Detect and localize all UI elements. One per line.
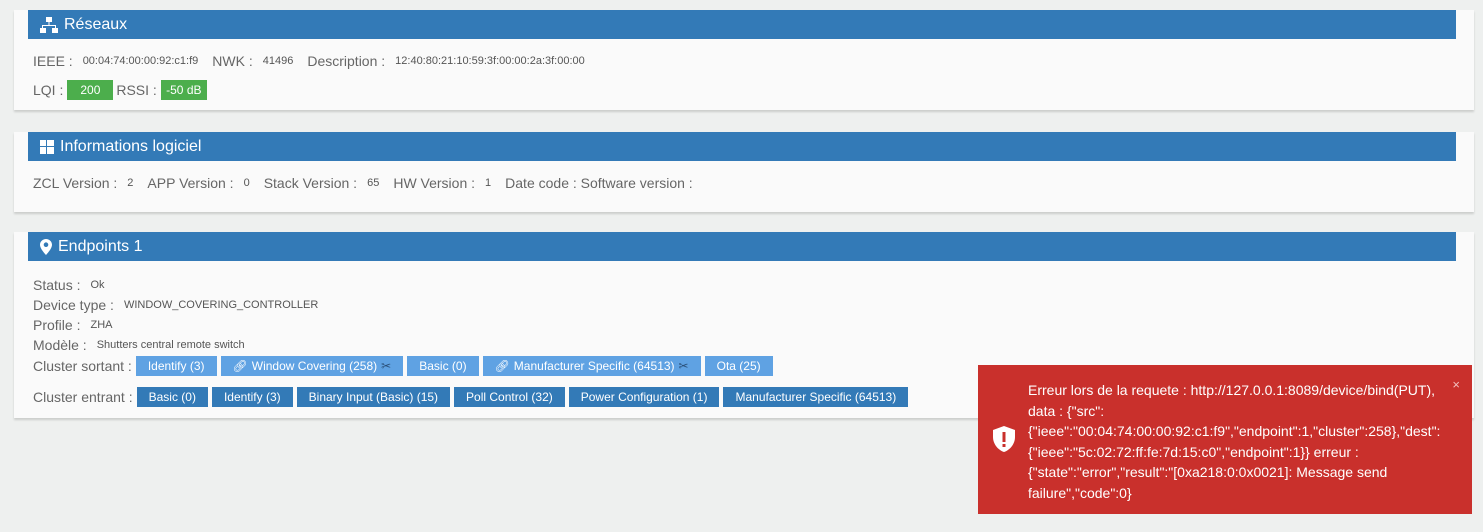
- cluster-label: Manufacturer Specific (64513): [513, 359, 675, 373]
- description-label: Description :: [307, 53, 386, 69]
- cluster-label: Ota (25): [716, 359, 761, 373]
- rssi-badge: -50 dB: [160, 80, 207, 100]
- windows-icon: [40, 139, 54, 154]
- cluster-out-ota[interactable]: Ota (25): [704, 356, 773, 376]
- nwk-label: NWK :: [212, 53, 253, 69]
- cluster-in-identify[interactable]: Identify (3): [211, 387, 293, 407]
- app-label: APP Version :: [147, 175, 234, 191]
- stack-value: 65: [367, 177, 380, 189]
- profile-label: Profile :: [33, 317, 81, 333]
- reseaux-panel: Réseaux IEEE : 00:04:74:00:00:92:c1:f9 NW…: [14, 10, 1474, 110]
- nwk-value: 41496: [262, 55, 294, 67]
- endpoints-title: Endpoints 1: [58, 238, 143, 255]
- cluster-in-power-configuration[interactable]: Power Configuration (1): [568, 387, 720, 407]
- stack-label: Stack Version :: [263, 175, 358, 191]
- endpoints-header: Endpoints 1: [28, 232, 1456, 261]
- error-toast: Erreur lors de la requete : http://127.0…: [978, 365, 1472, 514]
- status-label: Status :: [33, 277, 81, 293]
- reseaux-header: Réseaux: [28, 10, 1456, 39]
- hw-label: HW Version :: [393, 175, 476, 191]
- cluster-in-manufacturer[interactable]: Manufacturer Specific (64513): [723, 387, 909, 407]
- logiciel-header: Informations logiciel: [28, 132, 1456, 161]
- unlink-icon[interactable]: ✂︎: [679, 356, 689, 376]
- error-message: Erreur lors de la requete : http://127.0…: [1028, 382, 1441, 501]
- hw-value: 1: [485, 177, 492, 189]
- app-value: 0: [243, 177, 250, 189]
- cluster-in-basic[interactable]: Basic (0): [136, 387, 208, 407]
- zcl-label: ZCL Version :: [33, 175, 118, 191]
- cluster-out-identify[interactable]: Identify (3): [135, 356, 217, 376]
- profile-value: ZHA: [90, 319, 113, 331]
- date-code-label: Date code : Software version :: [505, 175, 693, 191]
- cluster-in-label: Cluster entrant :: [33, 389, 133, 405]
- network-icon: [40, 16, 58, 33]
- reseaux-title: Réseaux: [64, 16, 128, 33]
- logiciel-panel: Informations logiciel ZCL Version : 2 APP…: [14, 132, 1474, 212]
- ieee-value: 00:04:74:00:00:92:c1:f9: [82, 55, 199, 67]
- status-value: Ok: [90, 279, 105, 291]
- device-type-label: Device type :: [33, 297, 114, 313]
- cluster-out-window-covering[interactable]: 🔗︎ Window Covering (258) ✂︎: [220, 356, 404, 376]
- device-type-value: WINDOW_COVERING_CONTROLLER: [123, 299, 319, 311]
- shield-alert-icon: [993, 426, 1015, 452]
- cluster-label: Identify (3): [147, 359, 205, 373]
- cluster-in-binary-input[interactable]: Binary Input (Basic) (15): [296, 387, 451, 407]
- cluster-in-poll-control[interactable]: Poll Control (32): [454, 387, 565, 407]
- close-icon[interactable]: ×: [1452, 375, 1460, 396]
- logiciel-title: Informations logiciel: [60, 138, 202, 155]
- map-marker-icon: [40, 238, 52, 255]
- cluster-out-manufacturer[interactable]: 🔗︎ Manufacturer Specific (64513) ✂︎: [482, 356, 701, 376]
- rssi-label: RSSI :: [116, 82, 157, 98]
- link-icon: 🔗︎: [494, 359, 510, 373]
- unlink-icon[interactable]: ✂︎: [381, 356, 391, 376]
- cluster-out-basic[interactable]: Basic (0): [407, 356, 479, 376]
- cluster-label: Basic (0): [419, 359, 467, 373]
- cluster-label: Window Covering (258): [251, 359, 378, 373]
- model-value: Shutters central remote switch: [96, 339, 245, 351]
- lqi-badge: 200: [67, 80, 114, 100]
- cluster-out-label: Cluster sortant :: [33, 358, 132, 374]
- zcl-value: 2: [127, 177, 134, 189]
- model-label: Modèle :: [33, 337, 87, 353]
- description-value: 12:40:80:21:10:59:3f:00:00:2a:3f:00:00: [395, 55, 585, 67]
- link-icon: 🔗︎: [232, 359, 248, 373]
- lqi-label: LQI :: [33, 82, 64, 98]
- ieee-label: IEEE :: [33, 53, 73, 69]
